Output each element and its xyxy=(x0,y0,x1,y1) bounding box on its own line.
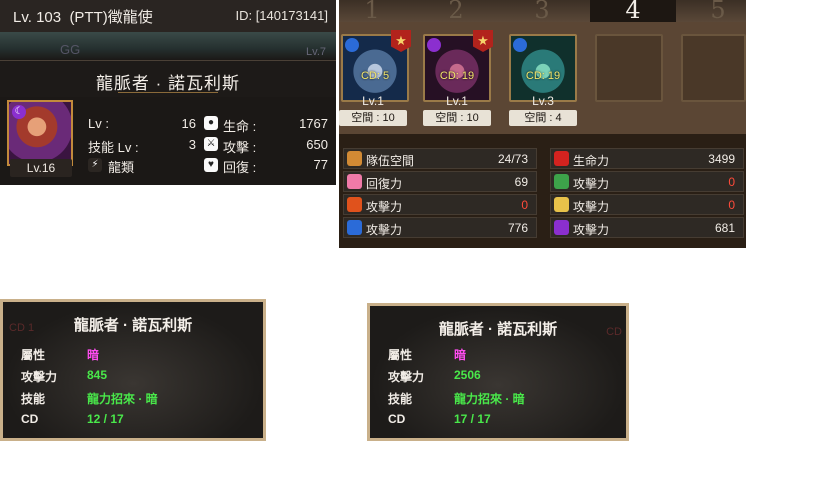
water-element-icon xyxy=(513,38,527,52)
attack-value: 2506 xyxy=(454,368,481,382)
stat-attack-water: 攻擊力 776 xyxy=(343,217,537,238)
member-level: Lv.1 xyxy=(362,94,384,108)
stat-hp: 生命力 3499 xyxy=(550,148,744,169)
empty-slot[interactable] xyxy=(681,34,746,102)
heart-pink-icon xyxy=(347,174,362,189)
heart-icon: ♥ xyxy=(204,158,218,172)
tab-team-1[interactable]: 1 xyxy=(329,0,415,24)
skill-label: 技能 xyxy=(388,392,413,406)
tooltip-title: 龍脈者 · 諾瓦利斯 xyxy=(73,317,193,334)
attribute-value: 暗 xyxy=(87,348,100,362)
attribute-value: 暗 xyxy=(454,348,467,362)
character-portrait[interactable]: ☾ xyxy=(7,100,73,166)
hp-value: 1767 xyxy=(299,116,328,131)
light-element-icon xyxy=(554,197,569,212)
dark-element-icon: ☾ xyxy=(12,105,26,119)
player-name: (PTT)徵龍使 xyxy=(69,9,153,26)
stat-attack-fire: 攻擊力 0 xyxy=(343,194,537,215)
member-space: 空間 : 10 xyxy=(339,110,407,126)
cd-value: 17 / 17 xyxy=(454,412,491,426)
team-member-2[interactable]: ★ CD: 19 xyxy=(423,30,493,102)
cd-label: CD xyxy=(21,412,39,426)
attack-label: 攻擊力 xyxy=(21,370,58,384)
attack-label: 攻擊 : xyxy=(223,140,257,155)
hp-label: 生命 : xyxy=(223,119,257,134)
attribute-label: 屬性 xyxy=(21,348,46,362)
skill-value: 龍力招來 · 暗 xyxy=(454,392,525,406)
skill-tooltip-2: CD 龍脈者 · 諾瓦利斯 屬性 暗 攻擊力 2506 技能 龍力招來 · 暗 … xyxy=(367,303,629,441)
race-label: 龍類 xyxy=(108,160,135,175)
member-cd: CD: 5 xyxy=(360,70,390,82)
dragon-race-icon: ⚡ xyxy=(88,158,102,172)
player-level: Lv. 103 xyxy=(13,9,62,26)
sword-icon: ⚔ xyxy=(204,137,218,151)
recovery-label: 回復 : xyxy=(223,160,257,175)
cd-value: 12 / 17 xyxy=(87,412,124,426)
water-element-icon xyxy=(345,38,359,52)
member-cd: CD: 19 xyxy=(525,70,561,82)
member-cd: CD: 19 xyxy=(439,70,475,82)
background-strip: GG Lv.7 xyxy=(0,32,336,60)
level-value: 16 xyxy=(181,116,196,131)
empty-slot[interactable] xyxy=(595,34,663,102)
leader-star-icon: ★ xyxy=(473,30,493,52)
skill-value: 龍力招來 · 暗 xyxy=(87,392,158,406)
card-name-bar: 龍脈者 · 諾瓦利斯 xyxy=(0,60,336,97)
skill-level-value: 3 xyxy=(188,137,196,152)
attribute-label: 屬性 xyxy=(388,348,413,362)
member-level: Lv.3 xyxy=(532,94,554,108)
tab-team-5[interactable]: 5 xyxy=(675,0,761,24)
tab-team-2[interactable]: 2 xyxy=(413,0,499,24)
dark-element-icon xyxy=(554,220,569,235)
team-panel: 1 2 3 4 5 ★ CD: 5 ★ CD: 19 CD: 19 Lv.1 L… xyxy=(339,0,746,248)
tab-team-4[interactable]: 4 xyxy=(590,0,676,24)
faded-text: GG xyxy=(60,42,81,57)
ornament-divider xyxy=(118,92,218,99)
tooltip-title: 龍脈者 · 諾瓦利斯 xyxy=(438,321,558,338)
stat-attack-dark: 攻擊力 681 xyxy=(550,217,744,238)
hp-icon: ● xyxy=(204,116,218,130)
member-space: 空間 : 10 xyxy=(423,110,491,126)
recovery-value: 77 xyxy=(313,157,328,172)
member-space: 空間 : 4 xyxy=(509,110,577,126)
attack-value: 650 xyxy=(306,137,328,152)
portrait-level: Lv.16 xyxy=(10,159,72,177)
water-element-icon xyxy=(347,220,362,235)
member-level: Lv.1 xyxy=(446,94,468,108)
faded-level: Lv.7 xyxy=(306,46,326,58)
wood-element-icon xyxy=(554,174,569,189)
team-member-1[interactable]: ★ CD: 5 xyxy=(341,30,411,102)
card-name: 龍脈者 · 諾瓦利斯 xyxy=(95,74,241,93)
skill-level-label: 技能 Lv : xyxy=(88,140,139,155)
attack-label: 攻擊力 xyxy=(388,370,425,384)
leader-star-icon: ★ xyxy=(391,30,411,52)
stat-recovery: 回復力 69 xyxy=(343,171,537,192)
stat-attack-wood: 攻擊力 0 xyxy=(550,171,744,192)
attack-value: 845 xyxy=(87,368,108,382)
tab-team-3[interactable]: 3 xyxy=(499,0,585,24)
skill-tooltip-1: CD 1 龍脈者 · 諾瓦利斯 屬性 暗 攻擊力 845 技能 龍力招來 · 暗… xyxy=(0,299,266,441)
cd-label: CD xyxy=(388,412,406,426)
stat-attack-light: 攻擊力 0 xyxy=(550,194,744,215)
heart-red-icon xyxy=(554,151,569,166)
dark-element-icon xyxy=(427,38,441,52)
stat-team-space: 隊伍空間 24/73 xyxy=(343,148,537,169)
level-label: Lv : xyxy=(88,116,109,131)
character-card: Lv. 103 (PTT)徵龍使 ID: [140173141] GG Lv.7… xyxy=(0,0,336,185)
skill-label: 技能 xyxy=(21,392,46,406)
player-id: ID: [140173141] xyxy=(235,8,328,23)
flag-icon xyxy=(347,151,362,166)
player-header: Lv. 103 (PTT)徵龍使 ID: [140173141] xyxy=(0,0,336,32)
team-tab-bar: 1 2 3 4 5 xyxy=(339,0,746,24)
fire-element-icon xyxy=(347,197,362,212)
team-member-3[interactable]: CD: 19 xyxy=(509,34,577,102)
